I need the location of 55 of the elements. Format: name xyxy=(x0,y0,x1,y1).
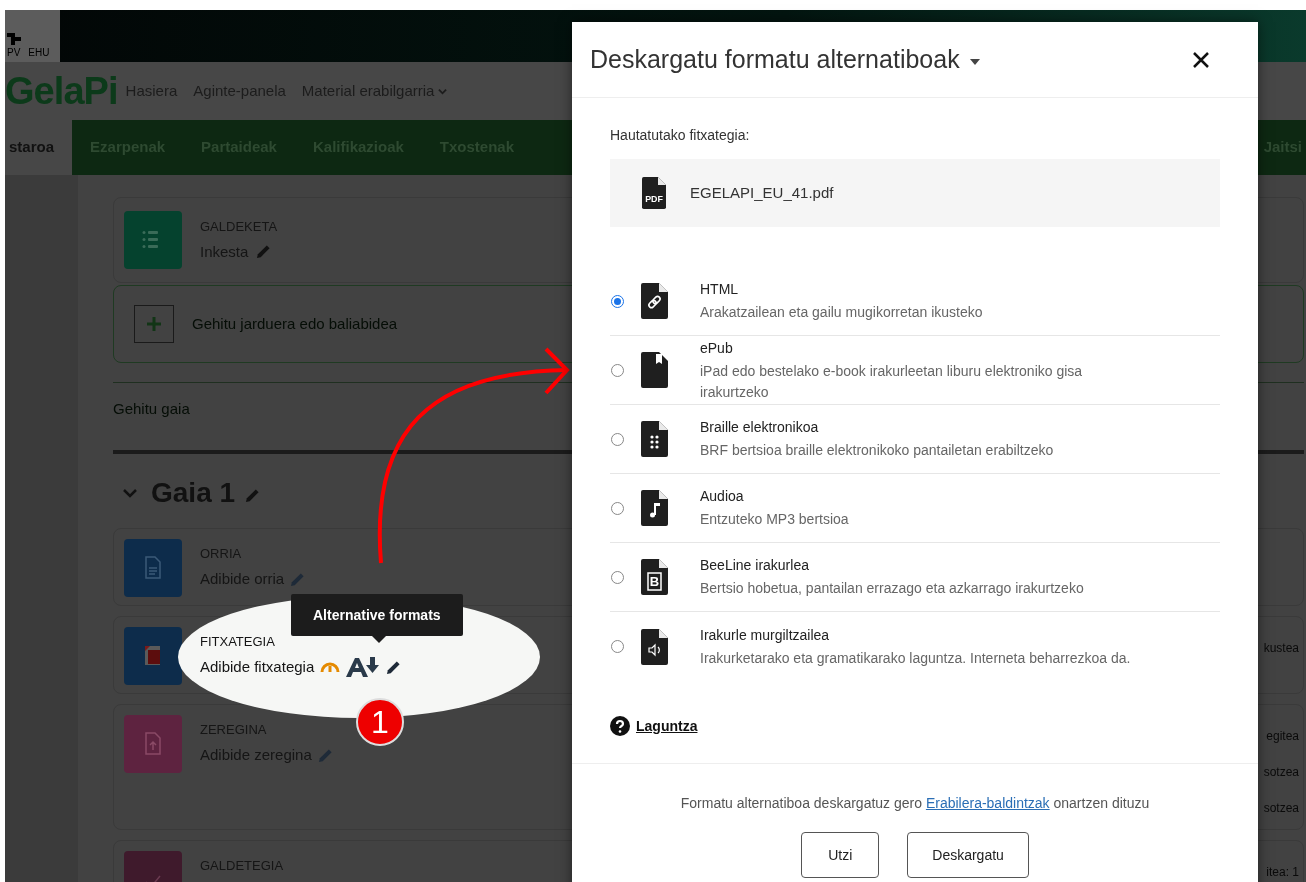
selected-file-label: Hautatutako fitxategia: xyxy=(610,126,751,145)
format-option[interactable]: B BeeLine irakurlea Bertsio hobetua, pantailan errazago eta azkarrago irakurtzeko xyxy=(610,543,1220,612)
logo-text: EHU xyxy=(28,48,50,58)
format-description: BRF bertsioa braille elektronikoko pantailetan erabiltzeko xyxy=(700,441,1054,460)
file-icon xyxy=(641,628,668,665)
file-icon: PDF xyxy=(642,177,666,209)
terms-link[interactable]: Erabilera-baldintzak xyxy=(925,795,1050,811)
format-title: Irakurle murgiltzailea xyxy=(700,625,831,645)
format-title: HTML xyxy=(700,280,740,299)
format-title: BeeLine irakurlea xyxy=(700,556,810,575)
file-icon xyxy=(641,421,668,457)
add-topic-link[interactable]: Gehitu gaia xyxy=(113,398,190,421)
format-title: ePub xyxy=(700,338,734,358)
file-name: EGELAPI_EU_41.pdf xyxy=(690,182,834,203)
tooltip: Alternative formats xyxy=(291,594,463,636)
completion-label: sotzea xyxy=(1263,763,1299,781)
activity-type: FITXATEGIA xyxy=(200,632,275,651)
format-option[interactable]: Irakurle murgiltzailea Irakurketarako eta gramatikarako laguntza. Interneta beharrezkoa da. xyxy=(610,612,1220,681)
completion-label: kustea xyxy=(1263,639,1299,657)
close-icon xyxy=(1193,51,1209,68)
format-option[interactable]: Braille elektronikoa BRF bertsioa braille elektronikoko pantailetan erabiltzeko xyxy=(610,405,1220,474)
file-icon: B xyxy=(641,559,668,595)
completion-label: sotzea xyxy=(1263,799,1299,817)
format-option[interactable]: ePub iPad edo bestelako e-book irakurleetan liburu elektroniko gisa irakurtzeko xyxy=(610,336,1220,405)
file-icon xyxy=(641,283,668,319)
format-description: Entzuteko MP3 bertsioa xyxy=(700,510,849,529)
caret-down-icon[interactable] xyxy=(969,58,980,65)
completion-label: egitea xyxy=(1266,727,1299,745)
format-option[interactable]: HTML Arakatzailean eta gailu mugikorretan ikusteko xyxy=(610,267,1220,336)
tooltip-pointer xyxy=(372,636,386,643)
logo-tree-icon xyxy=(7,33,21,45)
alternative-formats-icon[interactable] xyxy=(346,657,381,678)
help-link[interactable]: Laguntza xyxy=(636,715,698,737)
activity-name[interactable]: Adibide fitxategia xyxy=(200,656,315,679)
format-description: Irakurketarako eta gramatikarako laguntza. Interneta beharrezkoa da. xyxy=(700,648,1131,668)
download-button[interactable]: Deskargatu xyxy=(907,832,1029,878)
format-option[interactable]: Audioa Entzuteko MP3 bertsioa xyxy=(610,474,1220,543)
site-logo[interactable]: GelaPi xyxy=(5,72,118,110)
chevron-down-icon[interactable] xyxy=(123,487,137,498)
cancel-button[interactable]: Utzi xyxy=(801,832,880,878)
format-description: iPad edo bestelako e-book irakurleetan liburu elektroniko gisa irakurtzeko xyxy=(700,361,1084,402)
format-description: Bertsio hobetua, pantailan errazago eta azkarrago irakurtzeko xyxy=(700,579,1084,598)
format-title: Braille elektronikoa xyxy=(700,418,820,437)
gauge-icon[interactable] xyxy=(320,660,341,675)
university-logo[interactable]: PV EHU xyxy=(5,10,60,62)
completion-label: itea: 1 xyxy=(1266,863,1299,881)
dialog-title: Deskargatu formatu alternatiboak xyxy=(590,43,960,75)
plus-icon xyxy=(134,305,174,343)
logo-text: PV xyxy=(7,48,21,58)
format-title: Audioa xyxy=(700,487,745,506)
file-icon xyxy=(641,490,668,526)
format-description: Arakatzailean eta gailu mugikorretan ikusteko xyxy=(700,303,983,322)
help-icon xyxy=(610,716,630,736)
terms-text: Formatu alternatiboa deskargatuz gero Erabilera-baldintzak onartzen dituzu xyxy=(680,794,1150,813)
file-icon xyxy=(641,352,668,388)
